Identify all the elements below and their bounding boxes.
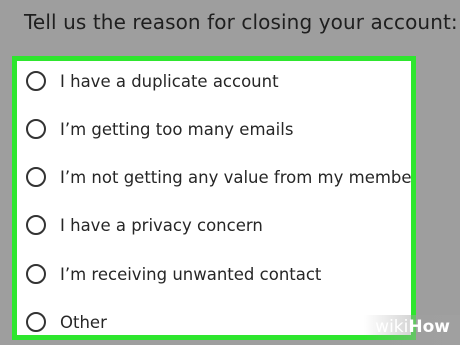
option-label: I’m not getting any value from my member… (60, 167, 416, 187)
option-label: I have a privacy concern (60, 215, 263, 235)
reason-option-no-value[interactable]: I’m not getting any value from my member… (17, 157, 411, 197)
reason-option-unwanted-contact[interactable]: I’m receiving unwanted contact (17, 254, 411, 294)
radio-button[interactable] (26, 167, 46, 187)
reason-option-other[interactable]: Other (17, 302, 411, 335)
close-account-reason-prompt: Tell us the reason for closing your acco… (24, 10, 458, 34)
watermark-part-2: How (408, 317, 450, 337)
reason-options-panel: I have a duplicate account I’m getting t… (12, 56, 416, 340)
radio-button[interactable] (26, 119, 46, 139)
option-label: Other (60, 312, 107, 332)
reason-option-too-many-emails[interactable]: I’m getting too many emails (17, 109, 411, 149)
option-label: I’m receiving unwanted contact (60, 264, 322, 284)
watermark-part-1: wiki (375, 317, 409, 337)
reason-option-privacy-concern[interactable]: I have a privacy concern (17, 205, 411, 245)
radio-button[interactable] (26, 71, 46, 91)
option-label: I have a duplicate account (60, 71, 279, 91)
radio-button[interactable] (26, 264, 46, 284)
radio-button[interactable] (26, 215, 46, 235)
wikihow-watermark: wikiHow (375, 317, 450, 337)
option-label: I’m getting too many emails (60, 119, 294, 139)
radio-button[interactable] (26, 312, 46, 332)
reason-option-duplicate-account[interactable]: I have a duplicate account (17, 61, 411, 101)
